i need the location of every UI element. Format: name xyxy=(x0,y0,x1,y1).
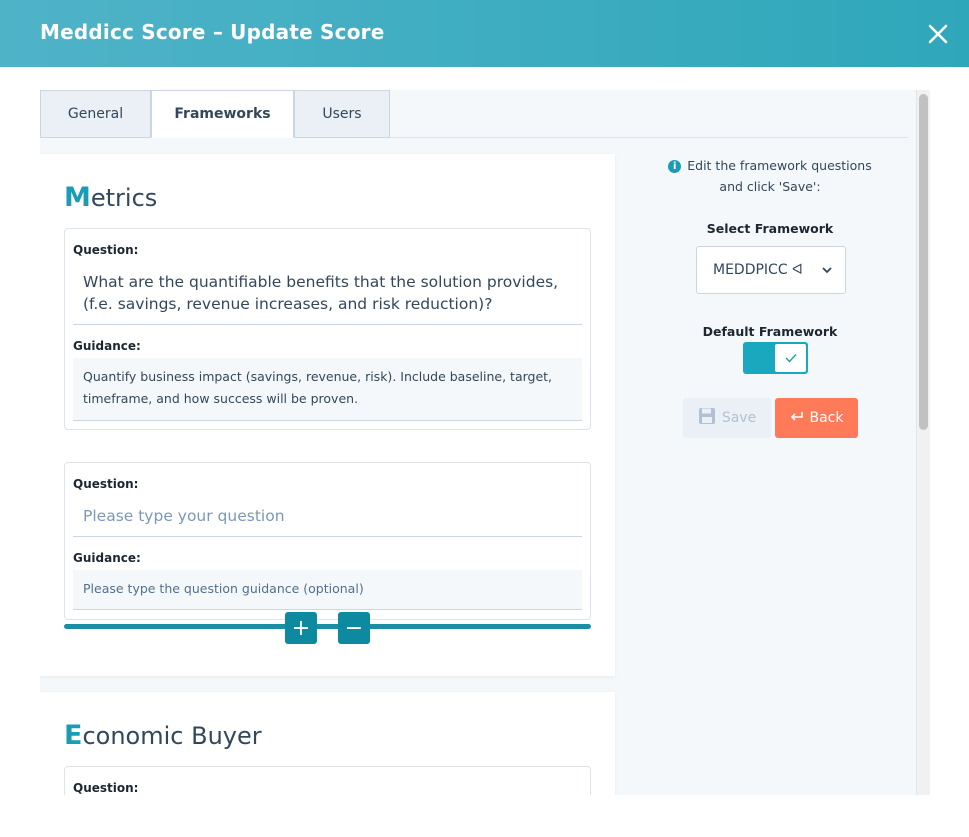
framework-select-value: MEDDPICC ᐊ xyxy=(713,262,803,278)
question-label: Question: xyxy=(73,243,139,257)
default-framework-toggle[interactable] xyxy=(743,342,808,374)
section-title-rest: conomic Buyer xyxy=(82,722,262,750)
section-title: Metrics xyxy=(64,182,157,213)
section-title-rest: etrics xyxy=(90,184,158,212)
info-line-1: Edit the framework questions xyxy=(687,158,872,173)
tab-frameworks[interactable]: Frameworks xyxy=(151,90,294,138)
guidance-text: Quantify business impact (savings, reven… xyxy=(83,369,553,406)
undo-arrow-icon xyxy=(790,409,804,427)
modal-title: Meddicc Score – Update Score xyxy=(40,20,385,44)
select-framework-label: Select Framework xyxy=(706,221,834,236)
divider xyxy=(73,536,582,537)
info-text: i Edit the framework questions xyxy=(640,158,900,173)
save-button-label: Save xyxy=(721,410,757,426)
section-title-initial: M xyxy=(64,182,91,213)
chevron-down-icon xyxy=(821,264,833,280)
guidance-placeholder: Please type the question guidance (optio… xyxy=(83,581,364,596)
section-card-economic-buyer: Economic Buyer Question: xyxy=(40,692,615,795)
save-button[interactable]: Save xyxy=(683,398,771,438)
back-button[interactable]: Back xyxy=(775,398,858,438)
question-input[interactable]: What are the quantifiable benefits that … xyxy=(83,271,573,315)
guidance-input[interactable]: Please type the question guidance (optio… xyxy=(73,570,582,610)
section-title: Economic Buyer xyxy=(64,720,262,751)
info-line-2: and click 'Save': xyxy=(719,179,821,194)
section-title-initial: E xyxy=(64,720,83,751)
tab-users[interactable]: Users xyxy=(294,90,390,138)
question-controls-bar xyxy=(64,624,591,629)
question-block: Question: What are the quantifiable bene… xyxy=(64,228,591,430)
guidance-label: Guidance: xyxy=(73,551,141,565)
divider xyxy=(73,324,582,325)
scrollbar[interactable] xyxy=(916,90,930,795)
close-icon[interactable] xyxy=(925,21,951,47)
question-label: Question: xyxy=(73,477,139,491)
floppy-disk-icon xyxy=(698,407,716,429)
section-card-metrics: Metrics Question: What are the quantifia… xyxy=(40,154,615,676)
question-block: Question: xyxy=(64,766,591,795)
question-input[interactable]: Please type your question xyxy=(83,505,573,527)
info-icon: i xyxy=(668,160,682,173)
tab-general[interactable]: General xyxy=(40,90,151,138)
guidance-label: Guidance: xyxy=(73,339,141,353)
scrollbar-thumb[interactable] xyxy=(919,94,928,430)
remove-question-button[interactable]: − xyxy=(338,612,370,644)
check-icon xyxy=(774,343,807,373)
default-framework-label: Default Framework xyxy=(702,324,838,339)
back-button-label: Back xyxy=(809,410,844,426)
question-label: Question: xyxy=(73,781,139,795)
framework-select[interactable]: MEDDPICC ᐊ xyxy=(696,246,846,294)
content-area: General Frameworks Users Metrics Questio… xyxy=(40,90,916,795)
guidance-input[interactable]: Quantify business impact (savings, reven… xyxy=(73,358,582,421)
add-question-button[interactable]: + xyxy=(285,612,317,644)
tab-bar: General Frameworks Users xyxy=(40,90,908,138)
modal-header: Meddicc Score – Update Score xyxy=(0,0,969,67)
question-block: Question: Please type your question Guid… xyxy=(64,462,591,620)
